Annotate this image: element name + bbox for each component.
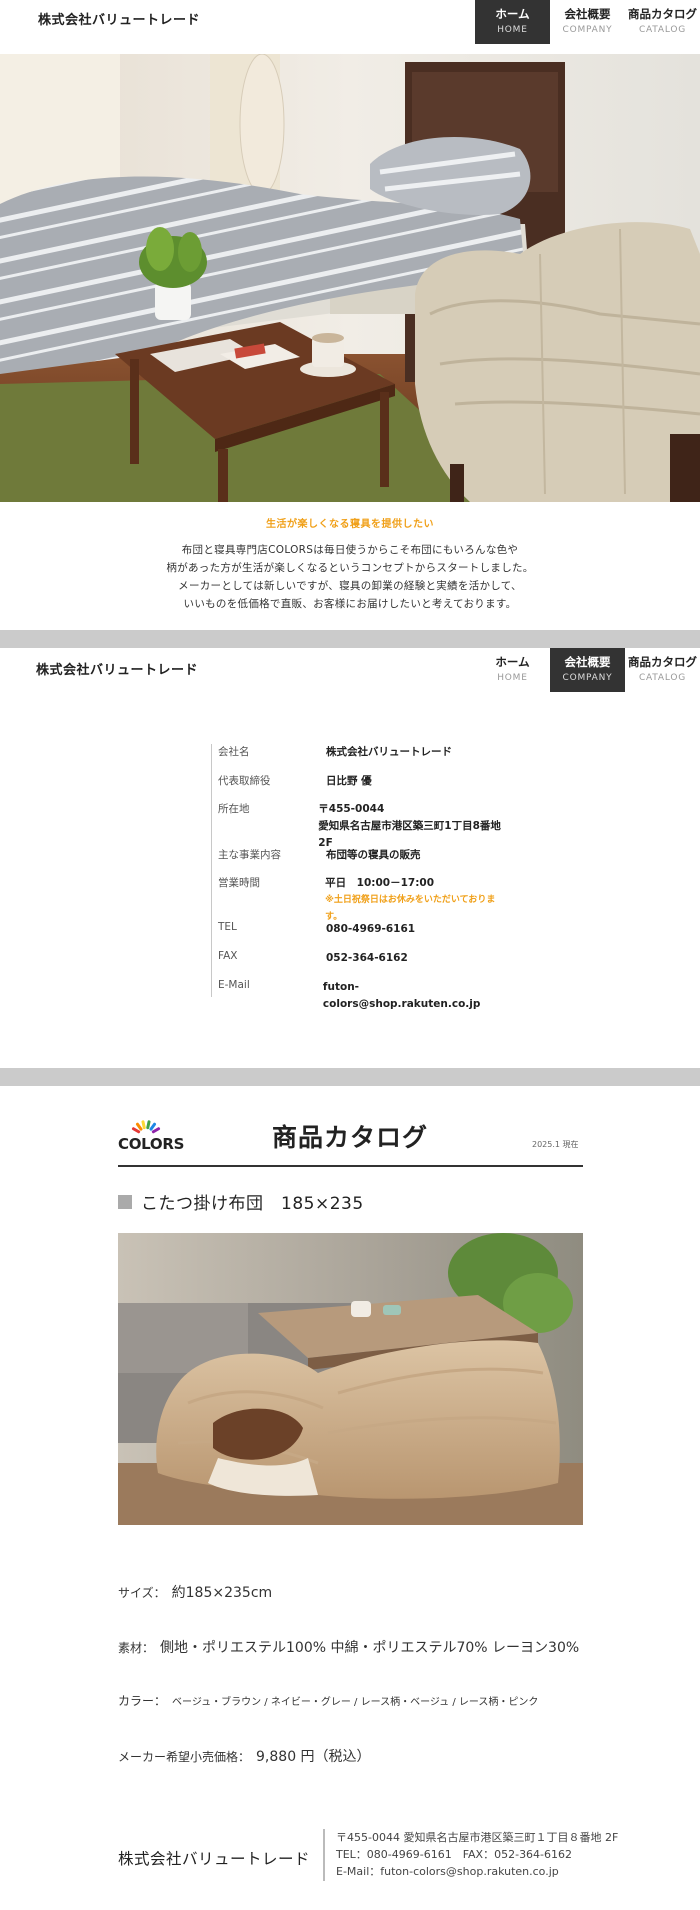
section-divider — [0, 630, 700, 648]
nav-company-sub: COMPANY — [562, 25, 613, 35]
nav-catalog[interactable]: 商品カタログ CATALOG — [625, 0, 700, 44]
main-nav: ホーム HOME 会社概要 COMPANY 商品カタログ CATALOG — [475, 648, 700, 692]
intro-line: いいものを低価格で直販、お客様にお届けしたいと考えております。 — [183, 598, 517, 610]
tagline: 生活が楽しくなる寝具を提供したい — [266, 519, 434, 530]
row-value: 〒455-0044 愛知県名古屋市港区築三町1丁目8番地 2F — [318, 801, 511, 849]
main-nav: ホーム HOME 会社概要 COMPANY 商品カタログ CATALOG — [475, 0, 700, 44]
spec-price: メーカー希望小売価格： 9,880 円（税込） — [118, 1746, 371, 1766]
company-row-address: 所在地 〒455-0044 愛知県名古屋市港区築三町1丁目8番地 2F — [218, 801, 511, 849]
nav-catalog[interactable]: 商品カタログ CATALOG — [625, 648, 700, 692]
top-header: 株式会社バリュートレード ホーム HOME 会社概要 COMPANY 商品カタロ… — [0, 0, 700, 44]
company-row-fax: FAX 052-364-6162 — [218, 950, 511, 979]
nav-home-label: ホーム — [495, 7, 530, 21]
nav-company-label: 会社概要 — [564, 655, 611, 669]
row-label: 主な事業内容 — [218, 849, 281, 861]
section-divider — [0, 1068, 700, 1086]
intro-line: メーカーとしては新しいですが、寝具の卸業の経験と実績を活かして、 — [178, 580, 522, 592]
site-logo[interactable]: 株式会社バリュートレード — [38, 9, 200, 28]
postal-code: 〒455-0044 — [318, 803, 385, 815]
spec-value: ベージュ・ブラウン / ネイビー・グレー / レース柄・ベージュ / レース柄・… — [172, 1697, 539, 1708]
email-link[interactable]: futon-colors@shop.rakuten.co.jp — [323, 979, 511, 1010]
nav-catalog-label: 商品カタログ — [628, 655, 697, 669]
company-header: 株式会社バリュートレード ホーム HOME 会社概要 COMPANY 商品カタロ… — [0, 648, 700, 692]
row-label: E-Mail — [218, 979, 250, 991]
nav-company[interactable]: 会社概要 COMPANY — [550, 0, 625, 44]
company-row-name: 会社名 株式会社バリュートレード — [218, 744, 511, 773]
catalog-title: 商品カタログ — [272, 1123, 429, 1152]
footer-address: 〒455-0044 愛知県名古屋市港区築三町１丁目８番地 2F — [336, 1831, 619, 1844]
row-label: 営業時間 — [218, 877, 260, 889]
rainbow-fan-icon — [131, 1120, 161, 1134]
nav-home-sub: HOME — [497, 673, 528, 683]
nav-home[interactable]: ホーム HOME — [475, 648, 550, 692]
nav-company[interactable]: 会社概要 COMPANY — [550, 648, 625, 692]
nav-company-label: 会社概要 — [564, 7, 611, 21]
nav-catalog-sub: CATALOG — [638, 25, 687, 35]
spec-label: カラー： — [118, 1694, 167, 1708]
row-label: TEL — [218, 921, 237, 933]
hero-bedroom-image — [0, 54, 700, 502]
hours: 平日 10:00－17:00 — [325, 877, 435, 889]
footer-company-name: 株式会社バリュートレード — [118, 1850, 311, 1868]
product-heading: こたつ掛け布団 185×235 — [118, 1189, 364, 1214]
square-bullet-icon — [118, 1194, 132, 1209]
intro-line: 布団と寝具専門店COLORSは毎日使うからこそ布団にもいろんな色や — [181, 544, 519, 556]
spec-value: 約185×235cm — [171, 1585, 273, 1601]
footer-tel-fax: TEL：080-4969-6161 FAX：052-364-6162 — [336, 1848, 573, 1861]
footer-divider — [323, 1829, 325, 1881]
nav-catalog-sub: CATALOG — [638, 673, 687, 683]
row-label: 会社名 — [218, 746, 250, 758]
row-value: 平日 10:00－17:00 ※土日祝祭日はお休みをいただいております。 — [325, 875, 511, 922]
spec-material: 素材： 側地・ポリエステル100% 中綿・ポリエステル70% レーヨン30% — [118, 1637, 579, 1657]
row-value: 布団等の寝具の販売 — [326, 849, 421, 861]
colors-brand-logo: COLORS — [118, 1118, 198, 1154]
bedroom-illustration — [0, 54, 700, 502]
company-row-hours: 営業時間 平日 10:00－17:00 ※土日祝祭日はお休みをいただいております… — [218, 875, 511, 922]
brand-name: COLORS — [118, 1135, 185, 1153]
catalog-date: 2025.1 現在 — [532, 1140, 579, 1149]
nav-catalog-label: 商品カタログ — [628, 7, 697, 21]
site-logo[interactable]: 株式会社バリュートレード — [36, 659, 198, 678]
company-row-ceo: 代表取締役 日比野 優 — [218, 773, 511, 801]
kotatsu-illustration — [118, 1233, 583, 1525]
row-label: 所在地 — [218, 803, 250, 815]
row-label: 代表取締役 — [218, 775, 271, 787]
title-rule — [118, 1165, 583, 1167]
spec-label: サイズ： — [118, 1586, 166, 1600]
company-info-table: 会社名 株式会社バリュートレード 代表取締役 日比野 優 所在地 〒455-00… — [211, 744, 511, 1010]
fax-value: 052-364-6162 — [326, 952, 408, 964]
nav-home-sub: HOME — [497, 25, 528, 35]
spec-value: 側地・ポリエステル100% 中綿・ポリエステル70% レーヨン30% — [160, 1640, 580, 1656]
spec-value: 9,880 円（税込） — [256, 1749, 371, 1765]
company-row-email: E-Mail futon-colors@shop.rakuten.co.jp — [218, 979, 511, 1010]
product-name: こたつ掛け布団 185×235 — [141, 1194, 364, 1214]
spec-size: サイズ： 約185×235cm — [118, 1582, 272, 1602]
intro-line: 柄があった方が生活が楽しくなるというコンセプトからスタートしました。 — [166, 562, 534, 574]
nav-home-label: ホーム — [495, 655, 530, 669]
nav-home[interactable]: ホーム HOME — [475, 0, 550, 44]
nav-company-sub: COMPANY — [562, 673, 613, 683]
row-value: 株式会社バリュートレード — [326, 746, 452, 758]
row-label: FAX — [218, 950, 238, 962]
spec-label: メーカー希望小売価格： — [118, 1750, 251, 1764]
intro-text: 布団と寝具専門店COLORSは毎日使うからこそ布団にもいろんな色や 柄があった方… — [0, 541, 700, 613]
product-kotatsu-image — [118, 1233, 583, 1525]
footer-contact: 〒455-0044 愛知県名古屋市港区築三町１丁目８番地 2F TEL：080-… — [336, 1829, 618, 1880]
row-value: 日比野 優 — [326, 775, 372, 787]
spec-label: 素材： — [118, 1641, 155, 1655]
footer-email[interactable]: E-Mail：futon-colors@shop.rakuten.co.jp — [336, 1863, 618, 1880]
spec-color: カラー： ベージュ・ブラウン / ネイビー・グレー / レース柄・ベージュ / … — [118, 1692, 538, 1709]
tel-value[interactable]: 080-4969-6161 — [326, 921, 415, 950]
